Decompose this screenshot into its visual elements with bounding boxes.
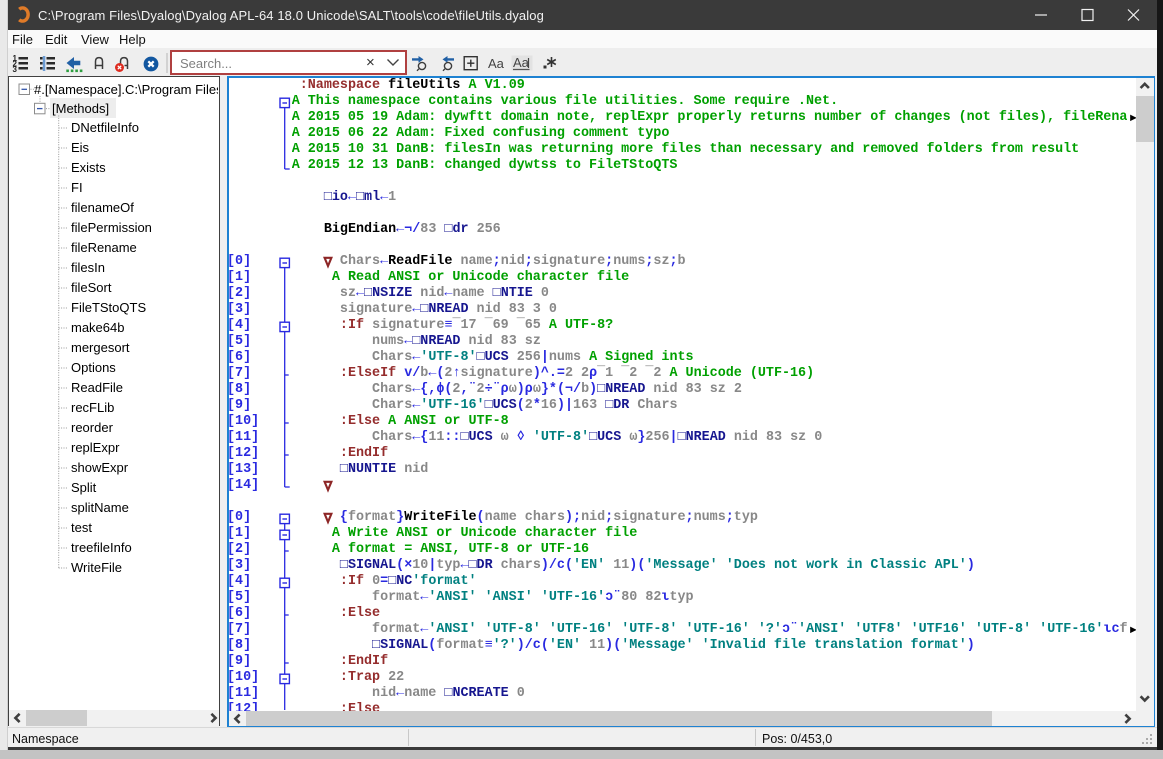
svg-text:Aa: Aa	[513, 55, 530, 70]
svg-text:Aa: Aa	[488, 56, 505, 71]
svg-text:3: 3	[13, 65, 18, 74]
